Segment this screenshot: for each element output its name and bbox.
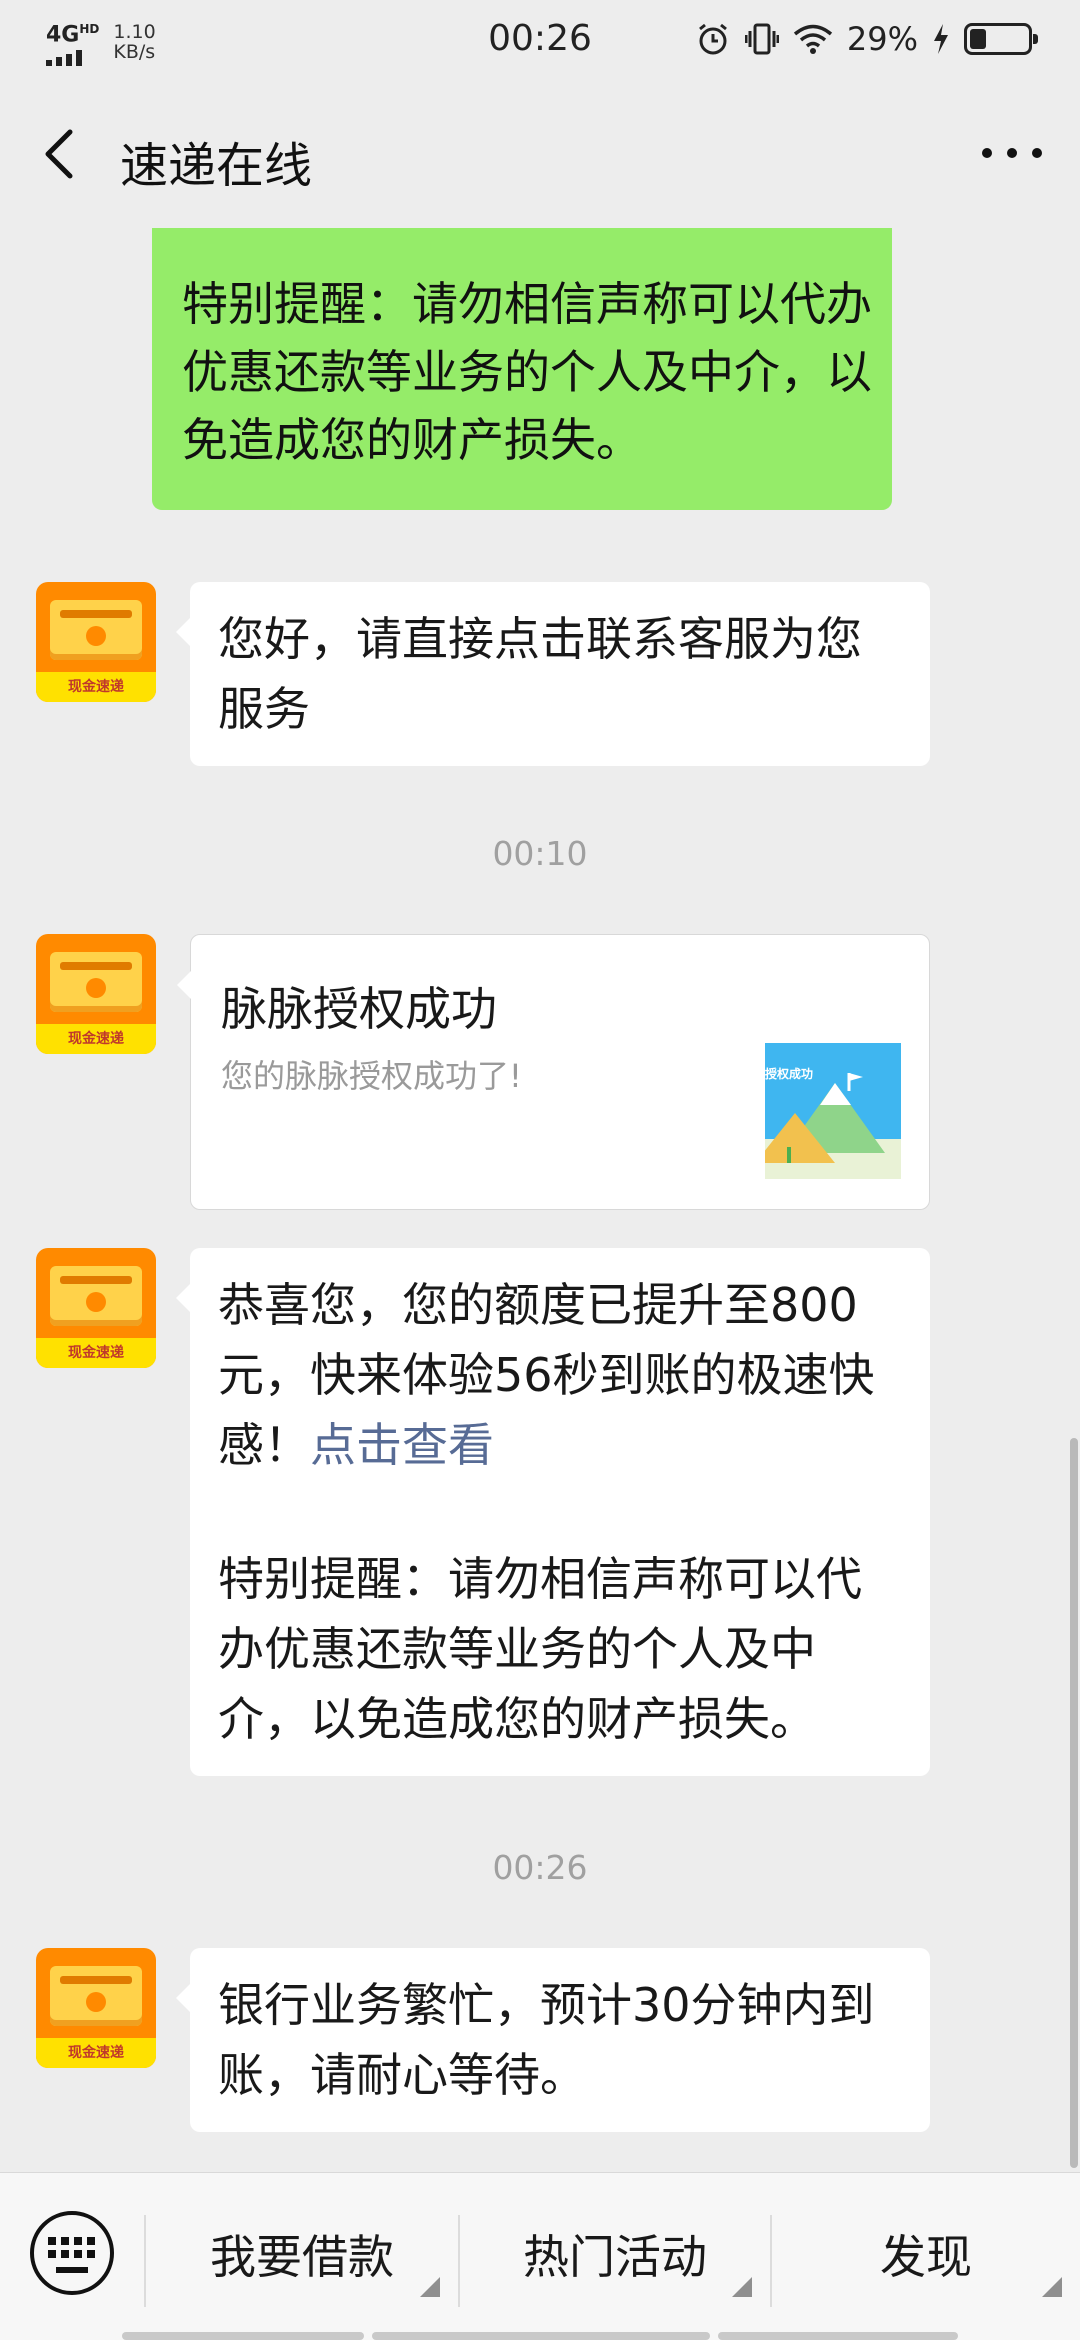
avatar[interactable]: 现金速递: [36, 1948, 156, 2068]
message-bubble-outgoing[interactable]: 特别提醒：请勿相信声称可以代办优惠还款等业务的个人及中介，以免造成您的财产损失。: [152, 228, 892, 510]
avatar[interactable]: 现金速递: [36, 934, 156, 1054]
chat-header: 速递在线: [0, 82, 1080, 228]
bottom-menu: 我要借款 热门活动 发现: [0, 2172, 1080, 2340]
message-text: 特别提醒：请勿相信声称可以代办优惠还款等业务的个人及中介，以免造成您的财产损失。: [182, 277, 872, 467]
wifi-icon: [793, 24, 832, 54]
card-title: 脉脉授权成功: [221, 982, 497, 1036]
message-list[interactable]: 特别提醒：请勿相信声称可以代办优惠还款等业务的个人及中介，以免造成您的财产损失。…: [0, 228, 1080, 2172]
gesture-bar: [0, 2330, 1080, 2340]
menu-item-hot-activities[interactable]: 热门活动: [460, 2209, 770, 2305]
battery-level-fill: [970, 29, 987, 49]
card-thumbnail: 授权成功: [765, 1043, 901, 1179]
avatar[interactable]: 现金速递: [36, 582, 156, 702]
keyboard-icon[interactable]: [30, 2211, 114, 2295]
battery-icon: [964, 23, 1038, 55]
status-icons: 29%: [695, 20, 1038, 58]
submenu-indicator-icon: [1042, 2277, 1062, 2297]
avatar-label: 现金速递: [36, 672, 156, 702]
view-link[interactable]: 点击查看: [310, 1418, 494, 1472]
message-bubble[interactable]: 恭喜您，您的额度已提升至800元，快来体验56秒到账的极速快感！点击查看 特别提…: [176, 1248, 930, 1776]
mountain-illustration-icon: [765, 1043, 901, 1179]
avatar-label: 现金速递: [36, 2038, 156, 2068]
timestamp: 00:26: [492, 1848, 588, 1887]
submenu-indicator-icon: [732, 2277, 752, 2297]
cash-box-icon: [50, 600, 142, 660]
avatar-label: 现金速递: [36, 1338, 156, 1368]
back-arrow-icon[interactable]: [40, 124, 80, 184]
cash-box-icon: [50, 952, 142, 1012]
status-bar: 4GHD 1.10 KB/s 00:26 29%: [0, 0, 1080, 82]
cash-box-icon: [50, 1266, 142, 1326]
cash-box-icon: [50, 1966, 142, 2026]
message-bubble[interactable]: 银行业务繁忙，预计30分钟内到账，请耐心等待。: [176, 1948, 930, 2132]
timestamp: 00:10: [492, 834, 588, 873]
message-bubble[interactable]: 您好，请直接点击联系客服为您服务: [176, 582, 930, 766]
vibrate-icon: [744, 23, 779, 55]
charging-icon: [934, 24, 948, 54]
message-text: 您好，请直接点击联系客服为您服务: [218, 612, 862, 736]
alarm-icon: [698, 23, 727, 55]
avatar[interactable]: 现金速递: [36, 1248, 156, 1368]
link-card[interactable]: 脉脉授权成功 您的脉脉授权成功了! 授权成功: [177, 934, 930, 1210]
menu-item-discover[interactable]: 发现: [772, 2209, 1080, 2305]
card-description: 您的脉脉授权成功了!: [221, 1057, 522, 1095]
message-text: 银行业务繁忙，预计30分钟内到账，请耐心等待。: [218, 1978, 875, 2102]
battery-percent: 29%: [846, 20, 918, 58]
more-options-icon[interactable]: [982, 138, 1042, 168]
menu-item-borrow[interactable]: 我要借款: [146, 2209, 458, 2305]
chat-title: 速递在线: [120, 138, 313, 194]
avatar-label: 现金速递: [36, 1024, 156, 1054]
submenu-indicator-icon: [420, 2277, 440, 2297]
card-thumbnail-text: 授权成功: [765, 1067, 814, 1081]
scrollbar[interactable]: [1070, 1438, 1078, 2168]
message-text: 特别提醒：请勿相信声称可以代办优惠还款等业务的个人及中介，以免造成您的财产损失。: [218, 1552, 862, 1746]
